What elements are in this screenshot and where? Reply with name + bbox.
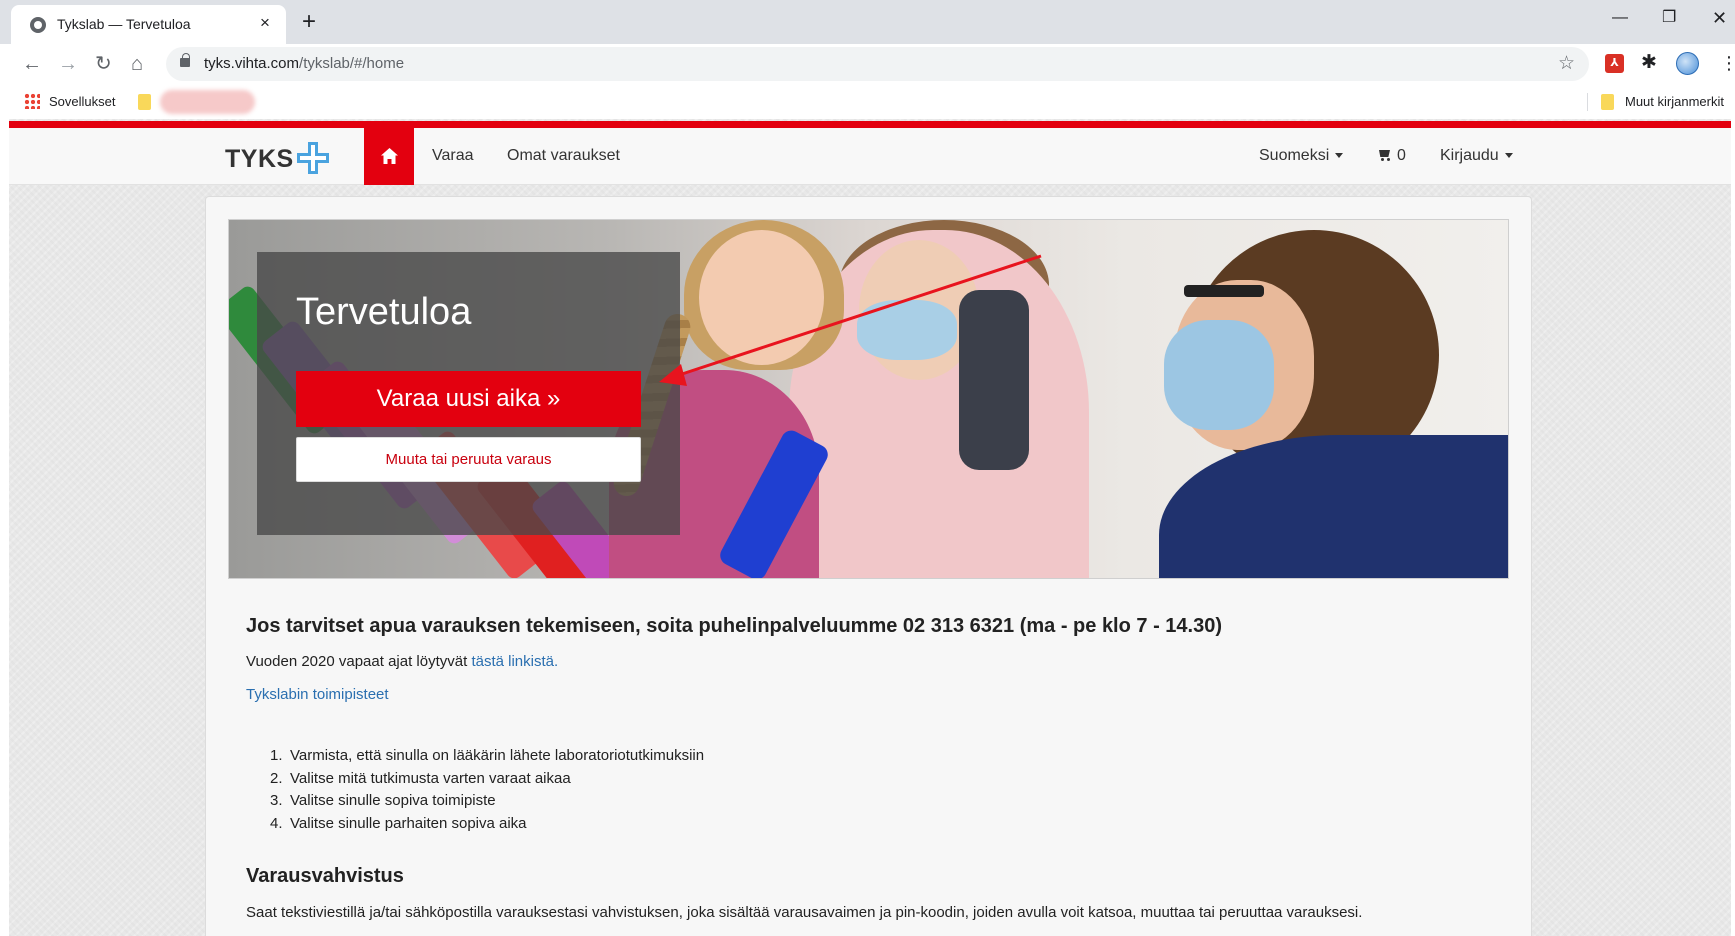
browser-tabstrip: Tykslab — Tervetuloa × + — ❐ ✕ [0,0,1735,44]
caret-down-icon [1504,153,1513,159]
profile-avatar[interactable] [1676,52,1699,75]
more-menu-icon[interactable]: ⋮ [1720,53,1735,73]
minimize-icon[interactable]: — [1612,8,1628,28]
back-arrow-icon[interactable]: ← [22,52,42,76]
cart-button[interactable]: 0 [1377,147,1406,165]
extensions-puzzle-icon[interactable]: ✱ [1641,51,1657,74]
bookmark-star-icon[interactable]: ☆ [1558,52,1575,75]
url-text[interactable]: tyks.vihta.com/tykslab/#/home [204,55,404,72]
confirmation-text: Saat tekstiviestillä ja/tai sähköpostill… [246,904,1363,921]
bookmarks-divider [1587,93,1588,111]
main-panel: Tervetuloa Varaa uusi aika » Muuta tai p… [205,196,1532,936]
caret-down-icon [1335,153,1344,159]
bookmark-apps[interactable]: Sovellukset [49,94,115,109]
new-tab-button[interactable]: + [302,9,316,35]
page-viewport: TYKS Varaa Omat varaukset Suomeksi 0 Kir… [9,119,1731,936]
locations-link[interactable]: Tykslabin toimipisteet [246,686,389,703]
booking-steps-list: 1. Varmista, että sinulla on lääkärin läh… [270,745,704,835]
nav-book-link[interactable]: Varaa [432,147,474,165]
phone-help-heading: Jos tarvitset apua varauksen tekemiseen,… [246,615,1222,637]
bookmark-other[interactable]: Muut kirjanmerkit [1625,94,1724,109]
language-dropdown[interactable]: Suomeksi [1259,147,1344,165]
login-dropdown[interactable]: Kirjaudu [1440,147,1513,165]
list-item: 4. Valitse sinulle parhaiten sopiva aika [270,814,527,832]
folder-icon[interactable] [138,94,151,110]
free-slots-link[interactable]: tästä linkistä. [471,653,558,670]
site-navbar: TYKS Varaa Omat varaukset Suomeksi 0 Kir… [9,128,1731,185]
logo-text: TYKS [225,145,294,173]
tab-close-icon[interactable]: × [260,13,270,33]
confirmation-heading: Varausvahvistus [246,865,404,887]
bookmark-redacted[interactable] [160,90,255,114]
home-button[interactable] [364,128,414,185]
address-bar[interactable]: tyks.vihta.com/tykslab/#/home ☆ [166,47,1589,81]
list-item: 2. Valitse mitä tutkimusta varten varaat … [270,769,571,787]
globe-icon [30,17,46,33]
list-item: 3. Valitse sinulle sopiva toimipiste [270,792,496,809]
pdf-extension-icon[interactable]: ⅄ [1605,54,1624,73]
free-slots-text: Vuoden 2020 vapaat ajat löytyvät tästä l… [246,653,559,670]
forward-arrow-icon[interactable]: → [58,52,78,76]
cross-logo-icon [297,142,329,174]
brand-top-bar [9,121,1731,128]
cart-count: 0 [1397,147,1406,164]
folder-icon[interactable] [1601,94,1614,110]
browser-tab[interactable]: Tykslab — Tervetuloa × [11,5,286,44]
restore-icon[interactable]: ❐ [1662,8,1676,28]
lock-icon[interactable] [180,53,190,67]
red-arrow-annotation [659,254,1042,386]
list-item: 1. Varmista, että sinulla on lääkärin läh… [270,747,705,764]
apps-grid-icon[interactable] [24,93,40,109]
nav-my-bookings-link[interactable]: Omat varaukset [507,147,620,165]
home-icon[interactable]: ⌂ [131,52,143,76]
browser-toolbar: ← → ↻ ⌂ tyks.vihta.com/tykslab/#/home ☆ … [0,44,1735,85]
bookmarks-bar: Sovellukset Muut kirjanmerkit [0,85,1735,119]
reload-icon[interactable]: ↻ [95,52,112,76]
tab-title: Tykslab — Tervetuloa [57,16,191,32]
house-icon [381,148,398,164]
close-window-icon[interactable]: ✕ [1712,8,1727,28]
hero-banner: Tervetuloa Varaa uusi aika » Muuta tai p… [228,219,1509,579]
cart-icon [1377,149,1391,161]
